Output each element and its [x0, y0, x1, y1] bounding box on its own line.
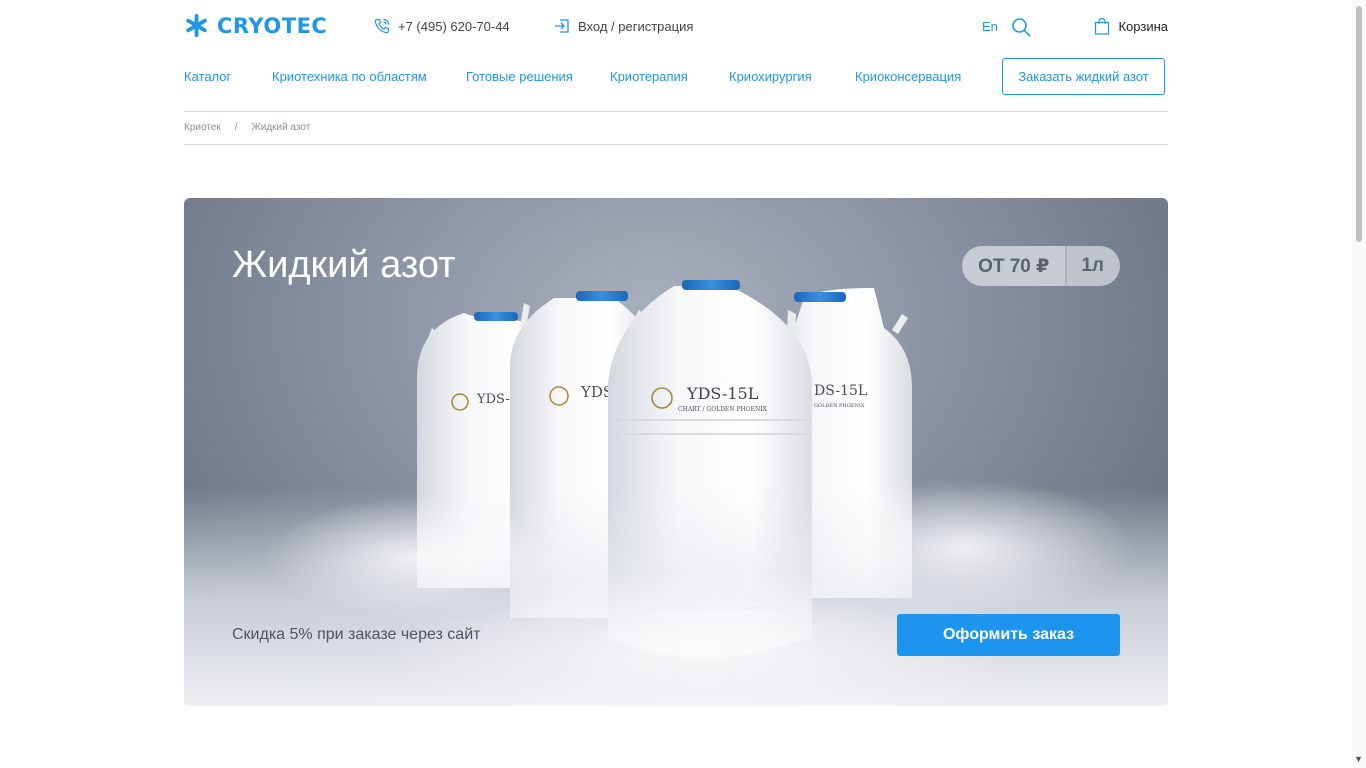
page-scrollbar[interactable]: ▼: [1352, 0, 1366, 768]
phone-link[interactable]: +7 (495) 620-70-44: [374, 18, 510, 34]
top-header: CRYOTEC +7 (495) 620-70-44 Вход / регист…: [184, 0, 1168, 54]
nav-item-cryopreservation[interactable]: Криоконсервация: [855, 69, 961, 84]
svg-text:CHART / GOLDEN PHOENIX: CHART / GOLDEN PHOENIX: [678, 406, 768, 413]
price-unit: 1л: [1065, 246, 1120, 286]
logo-text: CRYOTEC: [217, 13, 328, 38]
cart-label: Корзина: [1118, 19, 1168, 34]
scroll-down-arrow-icon[interactable]: ▼: [1354, 754, 1363, 764]
svg-text:GOLDEN PHOENIX: GOLDEN PHOENIX: [814, 403, 865, 409]
breadcrumb-home[interactable]: Криотек: [184, 122, 221, 133]
shopping-bag-icon: [1095, 18, 1110, 35]
nav-item-cryotech-areas[interactable]: Криотехника по областям: [272, 69, 427, 84]
scrollbar-thumb[interactable]: [1356, 6, 1362, 242]
svg-text:DS-15L: DS-15L: [814, 383, 867, 399]
place-order-button[interactable]: Оформить заказ: [897, 614, 1120, 656]
main-navigation: Каталог Криотехника по областям Готовые …: [184, 58, 1168, 96]
svg-text:YDS-: YDS-: [476, 392, 510, 407]
divider: [184, 144, 1168, 145]
divider: [184, 111, 1168, 112]
phone-icon: [374, 18, 390, 34]
language-switch[interactable]: En: [982, 19, 998, 34]
nav-item-catalog[interactable]: Каталог: [184, 69, 231, 84]
phone-number: +7 (495) 620-70-44: [398, 18, 510, 34]
price-badge: ОТ 70 ₽ 1л: [962, 246, 1120, 286]
breadcrumb-separator: /: [234, 122, 238, 133]
hero-title: Жидкий азот: [232, 244, 456, 286]
nav-item-cryotherapy[interactable]: Криотерапия: [610, 69, 688, 84]
price-from: ОТ 70 ₽: [962, 246, 1066, 286]
login-icon: [555, 19, 569, 33]
order-liquid-nitrogen-button[interactable]: Заказать жидкий азот: [1002, 58, 1165, 95]
login-label: Вход / регистрация: [578, 18, 694, 34]
breadcrumb: Криотек / Жидкий азот: [184, 122, 310, 133]
logo[interactable]: CRYOTEC: [184, 13, 327, 38]
cart-link[interactable]: Корзина: [1094, 18, 1168, 35]
search-icon[interactable]: [1011, 17, 1031, 37]
breadcrumb-current: Жидкий азот: [251, 122, 311, 133]
hero-banner: DS-15L GOLDEN PHOENIX YDS- YDS YDS-15L C…: [184, 198, 1168, 706]
nav-item-cryosurgery[interactable]: Криохирургия: [729, 69, 812, 84]
login-link[interactable]: Вход / регистрация: [554, 18, 693, 34]
nav-item-ready-solutions[interactable]: Готовые решения: [466, 69, 573, 84]
svg-text:YDS-15L: YDS-15L: [686, 384, 759, 403]
snowflake-icon: [186, 13, 207, 38]
discount-text: Скидка 5% при заказе через сайт: [232, 626, 481, 643]
